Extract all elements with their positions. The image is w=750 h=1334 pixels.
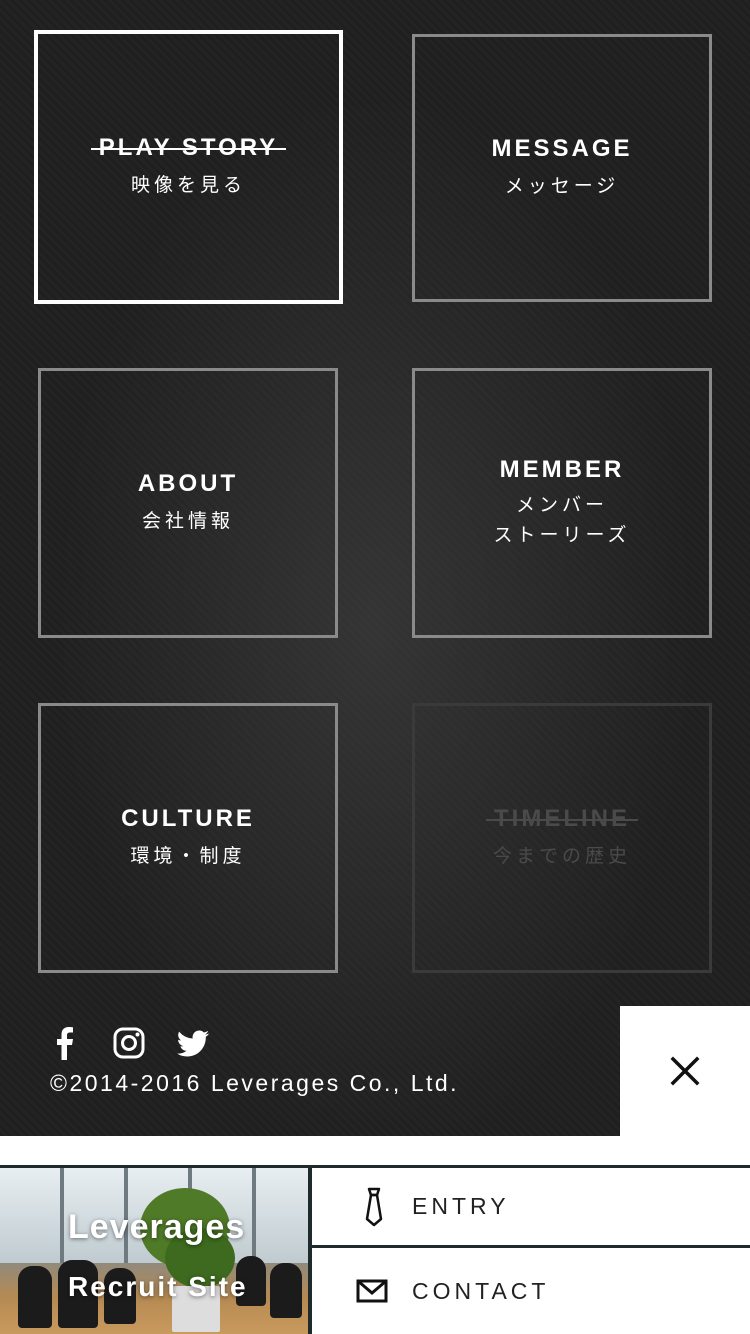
contact-label: CONTACT [412,1277,550,1304]
tile-member-subtitle: メンバー [515,494,608,516]
tile-about-title: ABOUT [137,470,239,497]
tile-message[interactable]: MESSAGE メッセージ [412,34,712,302]
tile-play-story-title-wrap: PLAY STORY [90,134,287,162]
tile-play-story[interactable]: PLAY STORY 映像を見る [34,30,343,304]
tile-timeline-title-wrap: TIMELINE [486,805,638,833]
recruit-site-banner[interactable]: Leverages Recruit Site [0,1168,308,1334]
menu-panel: PLAY STORY 映像を見る MESSAGE メッセージ ABOUT 会社情… [0,0,750,1136]
tile-member[interactable]: MEMBER メンバー ストーリーズ [412,368,712,638]
close-icon [670,1056,700,1086]
tile-play-story-subtitle: 映像を見る [130,174,246,196]
facebook-icon[interactable] [48,1026,82,1060]
tile-timeline: TIMELINE 今までの歴史 [412,703,712,973]
bottom-bar: Leverages Recruit Site ENTRY CONTACT [0,1165,750,1334]
recruit-site-label: Recruit Site [68,1271,248,1302]
window-pane [0,1168,64,1263]
chair [270,1263,302,1318]
envelope-icon [356,1279,388,1303]
social-links [48,1026,210,1060]
strikethrough-line [486,819,638,821]
brand-logo-text: Leverages [68,1208,246,1246]
tile-message-title: MESSAGE [491,135,633,162]
tile-about[interactable]: ABOUT 会社情報 [38,368,338,638]
close-button[interactable] [620,1006,750,1136]
tile-culture-title: CULTURE [121,805,255,832]
chair [18,1266,52,1328]
entry-button[interactable]: ENTRY [312,1168,750,1248]
tile-culture-subtitle: 環境・制度 [130,845,246,867]
twitter-icon[interactable] [176,1026,210,1060]
tile-culture[interactable]: CULTURE 環境・制度 [38,703,338,973]
strikethrough-line [90,148,287,150]
necktie-icon [365,1187,383,1226]
entry-label: ENTRY [412,1193,510,1219]
tile-member-title: MEMBER [499,456,625,483]
tile-member-subtitle-2: ストーリーズ [493,524,631,546]
contact-button[interactable]: CONTACT [312,1251,750,1331]
copyright-text: ©2014-2016 Leverages Co., Ltd. [50,1070,460,1096]
tile-message-subtitle: メッセージ [504,175,620,197]
tile-about-subtitle: 会社情報 [141,510,234,532]
tile-timeline-subtitle: 今までの歴史 [492,845,631,867]
window-pane [256,1168,308,1263]
instagram-icon[interactable] [112,1026,146,1060]
